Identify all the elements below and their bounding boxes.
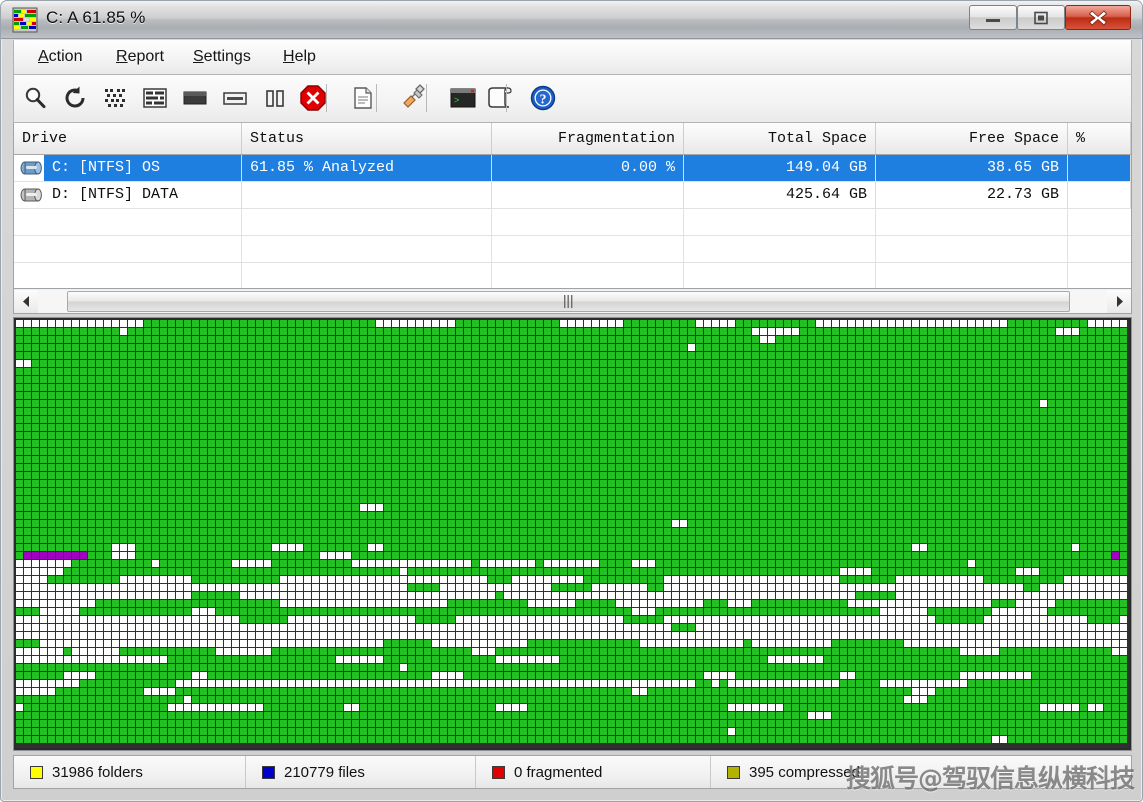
log-button[interactable] bbox=[482, 81, 516, 115]
horizontal-scrollbar[interactable] bbox=[13, 289, 1132, 314]
folders-color-swatch bbox=[30, 766, 43, 779]
title-bar: C: A 61.85 % bbox=[1, 1, 1143, 39]
cell-total-space: 425.64 GB bbox=[684, 182, 876, 208]
toolbar-separator bbox=[376, 84, 377, 112]
cell-fragmentation bbox=[492, 182, 684, 208]
dark-block-icon bbox=[182, 85, 208, 111]
optimize-sort-button[interactable] bbox=[138, 81, 172, 115]
menu-settings-label: ettings bbox=[204, 48, 251, 65]
table-row[interactable]: C: [NTFS] OS 61.85 % Analyzed 0.00 % 149… bbox=[14, 155, 1131, 182]
scroll-right-button[interactable] bbox=[1107, 290, 1131, 313]
mft-defrag-button[interactable] bbox=[218, 81, 252, 115]
files-count-label: 210779 files bbox=[284, 764, 365, 781]
hard-drive-icon-blue bbox=[20, 160, 42, 176]
status-bar: 31986 folders 210779 files 0 fragmented … bbox=[13, 755, 1132, 789]
toolbar-separator bbox=[326, 84, 327, 112]
hard-drive-icon-gray bbox=[20, 187, 42, 203]
cell-percent bbox=[1068, 155, 1131, 181]
fragmented-count-label: 0 fragmented bbox=[514, 764, 602, 781]
menu-settings[interactable]: Settings bbox=[187, 46, 257, 68]
toolbar-separator bbox=[426, 84, 427, 112]
screwdriver-icon bbox=[399, 84, 427, 112]
pause-icon bbox=[262, 85, 288, 111]
cell-drive: C: [NTFS] OS bbox=[44, 155, 242, 181]
toolbar-separator bbox=[506, 84, 507, 112]
svg-text:>: > bbox=[454, 96, 459, 106]
scrollbar-track[interactable] bbox=[38, 290, 1107, 313]
close-icon bbox=[1066, 6, 1130, 29]
files-color-swatch bbox=[262, 766, 275, 779]
scrollbar-thumb[interactable] bbox=[67, 291, 1070, 312]
terminal-icon: > bbox=[449, 86, 477, 110]
toolbar: > ? bbox=[13, 75, 1132, 123]
free-space-button[interactable] bbox=[178, 81, 212, 115]
analyze-magnifier-button[interactable] bbox=[18, 81, 52, 115]
defrag-refresh-button[interactable] bbox=[58, 81, 92, 115]
column-header-free-space[interactable]: Free Space bbox=[876, 123, 1068, 154]
minimize-button[interactable] bbox=[969, 5, 1017, 30]
blocks-scatter-icon bbox=[102, 85, 128, 111]
minimize-icon bbox=[970, 6, 1016, 29]
cell-free-space: 22.73 GB bbox=[876, 182, 1068, 208]
stop-button[interactable] bbox=[296, 81, 330, 115]
disk-cluster-map[interactable] bbox=[13, 317, 1132, 751]
disk-map-grid[interactable] bbox=[16, 320, 1129, 748]
column-header-fragmentation[interactable]: Fragmentation bbox=[492, 123, 684, 154]
table-row[interactable]: D: [NTFS] DATA 425.64 GB 22.73 GB bbox=[14, 182, 1131, 209]
fragmented-color-swatch bbox=[492, 766, 505, 779]
folders-count: 31986 folders bbox=[14, 756, 246, 788]
menu-bar: Action Report Settings Help bbox=[13, 40, 1132, 75]
help-button[interactable]: ? bbox=[526, 81, 560, 115]
compressed-count-label: 395 compressed bbox=[749, 764, 860, 781]
cell-status: 61.85 % Analyzed bbox=[242, 155, 492, 181]
report-button[interactable] bbox=[346, 81, 380, 115]
stop-octagon-icon bbox=[299, 84, 327, 112]
drive-list-header: Drive Status Fragmentation Total Space F… bbox=[14, 123, 1131, 155]
console-button[interactable]: > bbox=[446, 81, 480, 115]
column-header-total-space[interactable]: Total Space bbox=[684, 123, 876, 154]
fragmented-count: 0 fragmented bbox=[476, 756, 711, 788]
defrag-blocks-icon bbox=[12, 7, 38, 33]
menu-action[interactable]: Action bbox=[32, 46, 88, 68]
column-header-drive[interactable]: Drive bbox=[14, 123, 242, 154]
quick-optimize-button[interactable] bbox=[98, 81, 132, 115]
maximize-icon bbox=[1018, 6, 1064, 29]
cell-status bbox=[242, 182, 492, 208]
refresh-arrow-icon bbox=[62, 85, 88, 111]
settings-button[interactable] bbox=[396, 81, 430, 115]
column-header-status[interactable]: Status bbox=[242, 123, 492, 154]
chevron-left-icon bbox=[22, 296, 31, 307]
menu-report-label: eport bbox=[128, 48, 164, 65]
cell-fragmentation: 0.00 % bbox=[492, 155, 684, 181]
defrag-application-window: C: A 61.85 % Action Report bbox=[0, 0, 1143, 802]
compressed-color-swatch bbox=[727, 766, 740, 779]
grip-icon bbox=[563, 295, 574, 308]
drive-list: Drive Status Fragmentation Total Space F… bbox=[13, 123, 1132, 289]
scroll-icon bbox=[485, 85, 513, 111]
light-block-icon bbox=[222, 85, 248, 111]
scroll-left-button[interactable] bbox=[14, 290, 38, 313]
help-question-icon: ? bbox=[529, 84, 557, 112]
window-title: C: A 61.85 % bbox=[46, 8, 146, 28]
menu-help[interactable]: Help bbox=[277, 46, 322, 68]
menu-report[interactable]: Report bbox=[110, 46, 170, 68]
menu-help-label: elp bbox=[295, 48, 316, 65]
folders-count-label: 31986 folders bbox=[52, 764, 143, 781]
document-icon bbox=[350, 85, 376, 111]
column-header-percent[interactable]: % bbox=[1068, 123, 1131, 154]
chevron-right-icon bbox=[1115, 296, 1124, 307]
cell-percent bbox=[1068, 182, 1131, 208]
compressed-count: 395 compressed bbox=[711, 756, 1131, 788]
sort-lines-icon bbox=[142, 85, 168, 111]
close-button[interactable] bbox=[1065, 5, 1131, 30]
cell-drive: D: [NTFS] DATA bbox=[44, 182, 242, 208]
svg-text:?: ? bbox=[540, 93, 547, 108]
cell-total-space: 149.04 GB bbox=[684, 155, 876, 181]
pause-button[interactable] bbox=[258, 81, 292, 115]
maximize-button[interactable] bbox=[1017, 5, 1065, 30]
menu-action-label: ction bbox=[49, 48, 83, 65]
magnifier-icon bbox=[22, 85, 48, 111]
files-count: 210779 files bbox=[246, 756, 476, 788]
cell-free-space: 38.65 GB bbox=[876, 155, 1068, 181]
